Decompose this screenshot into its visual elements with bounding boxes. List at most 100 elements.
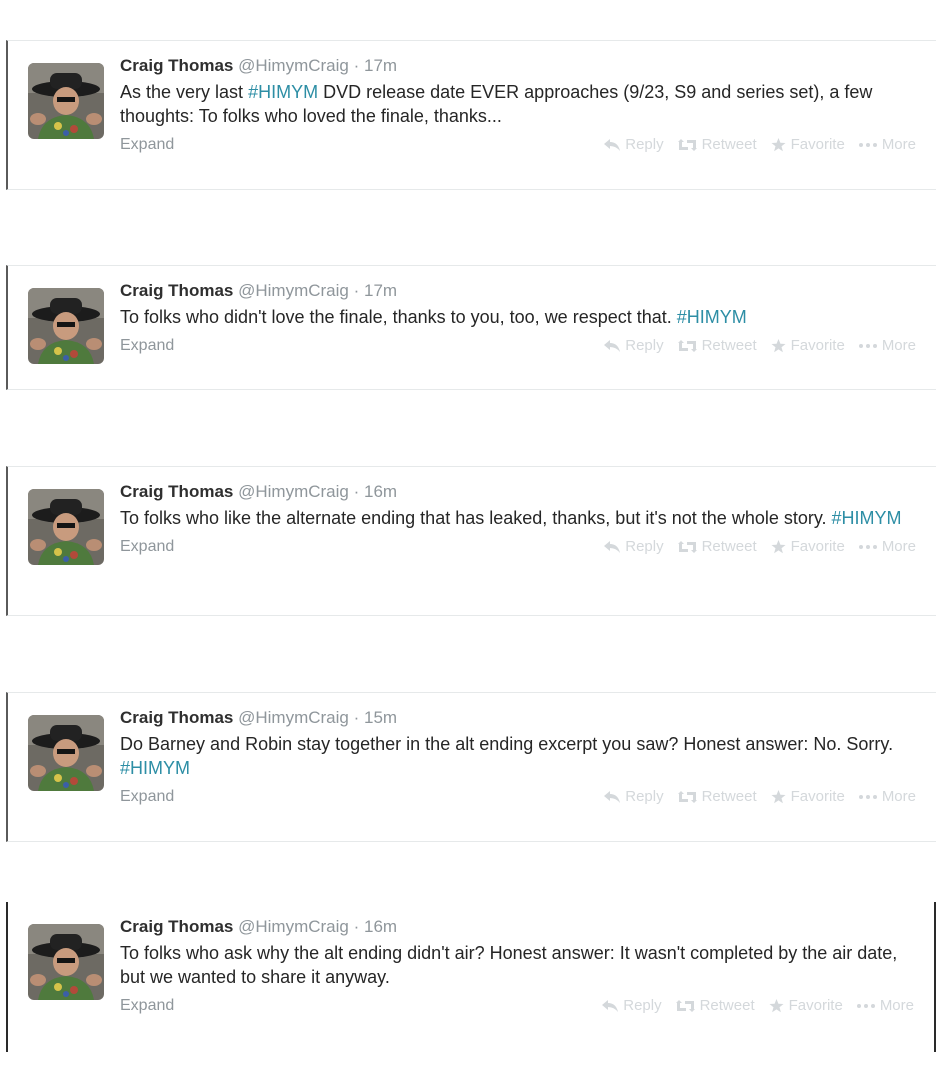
retweet-button[interactable]: Retweet <box>677 136 757 153</box>
favorite-label: Favorite <box>790 788 845 805</box>
expand-link[interactable]: Expand <box>120 337 174 355</box>
expand-link[interactable]: Expand <box>120 136 174 154</box>
author-handle[interactable]: @HimymCraig <box>238 482 349 501</box>
author-name[interactable]: Craig Thomas <box>120 482 233 501</box>
tweet-footer: Expand Reply Retweet Favorite More <box>120 337 916 361</box>
author-handle[interactable]: @HimymCraig <box>238 708 349 727</box>
reply-label: Reply <box>625 136 664 153</box>
tweet-text-segment: To folks who ask why the alt ending didn… <box>120 943 898 987</box>
favorite-button[interactable]: Favorite <box>771 538 845 555</box>
avatar[interactable] <box>28 63 104 139</box>
favorite-label: Favorite <box>788 997 843 1014</box>
avatar[interactable] <box>28 715 104 791</box>
author-name[interactable]: Craig Thomas <box>120 281 233 300</box>
expand-link[interactable]: Expand <box>120 997 174 1015</box>
reply-button[interactable]: Reply <box>602 997 662 1014</box>
tweet-actions: Reply Retweet Favorite More <box>604 136 916 153</box>
tweet-header: Craig Thomas @HimymCraig · 16m <box>120 481 916 503</box>
separator-dot: · <box>353 56 360 75</box>
favorite-label: Favorite <box>790 136 845 153</box>
more-button[interactable]: More <box>858 538 916 555</box>
tweet-actions: Reply Retweet Favorite More <box>604 788 916 805</box>
more-button[interactable]: More <box>856 997 914 1014</box>
tweet-timestamp[interactable]: 16m <box>364 917 397 936</box>
more-label: More <box>881 337 916 354</box>
hashtag-link[interactable]: #HIMYM <box>120 758 190 778</box>
tweet-text: To folks who ask why the alt ending didn… <box>120 941 914 989</box>
tweet-text-segment: To folks who didn't love the finale, tha… <box>120 307 677 327</box>
tweet-timestamp[interactable]: 17m <box>364 281 397 300</box>
favorite-button[interactable]: Favorite <box>769 997 843 1014</box>
more-label: More <box>881 788 916 805</box>
hashtag-link[interactable]: #HIMYM <box>248 82 318 102</box>
retweet-icon <box>677 138 697 151</box>
hashtag-link[interactable]: #HIMYM <box>677 307 747 327</box>
author-handle[interactable]: @HimymCraig <box>238 56 349 75</box>
tweet-text: To folks who didn't love the finale, tha… <box>120 305 916 329</box>
favorite-button[interactable]: Favorite <box>771 337 845 354</box>
tweet-5[interactable]: Craig Thomas @HimymCraig · 16m To folks … <box>6 902 936 1052</box>
retweet-icon <box>677 339 697 352</box>
retweet-button[interactable]: Retweet <box>675 997 755 1014</box>
retweet-label: Retweet <box>701 337 757 354</box>
favorite-icon <box>771 539 786 553</box>
author-handle[interactable]: @HimymCraig <box>238 281 349 300</box>
reply-icon <box>604 790 621 803</box>
retweet-button[interactable]: Retweet <box>677 538 757 555</box>
tweet-footer: Expand Reply Retweet Favorite More <box>120 538 916 562</box>
tweet-text: As the very last #HIMYM DVD release date… <box>120 80 916 128</box>
reply-button[interactable]: Reply <box>604 788 664 805</box>
retweet-label: Retweet <box>699 997 755 1014</box>
tweet-timestamp[interactable]: 16m <box>364 482 397 501</box>
expand-link[interactable]: Expand <box>120 538 174 556</box>
tweet-4[interactable]: Craig Thomas @HimymCraig · 15m Do Barney… <box>6 692 936 842</box>
more-icon <box>858 794 877 799</box>
avatar[interactable] <box>28 288 104 364</box>
reply-icon <box>604 540 621 553</box>
reply-button[interactable]: Reply <box>604 538 664 555</box>
author-handle[interactable]: @HimymCraig <box>238 917 349 936</box>
tweet-timestamp[interactable]: 17m <box>364 56 397 75</box>
avatar[interactable] <box>28 924 104 1000</box>
tweet-text-segment: As the very last <box>120 82 249 102</box>
hashtag-link[interactable]: #HIMYM <box>832 508 902 528</box>
favorite-button[interactable]: Favorite <box>771 788 845 805</box>
favorite-icon <box>769 998 784 1012</box>
tweet-footer: Expand Reply Retweet Favorite More <box>120 136 916 160</box>
retweet-label: Retweet <box>701 788 757 805</box>
reply-button[interactable]: Reply <box>604 337 664 354</box>
tweet-text: Do Barney and Robin stay together in the… <box>120 732 916 780</box>
tweet-timestamp[interactable]: 15m <box>364 708 397 727</box>
more-label: More <box>881 538 916 555</box>
retweet-button[interactable]: Retweet <box>677 788 757 805</box>
retweet-label: Retweet <box>701 136 757 153</box>
separator-dot: · <box>353 281 360 300</box>
author-name[interactable]: Craig Thomas <box>120 708 233 727</box>
reply-label: Reply <box>625 337 664 354</box>
reply-button[interactable]: Reply <box>604 136 664 153</box>
author-name[interactable]: Craig Thomas <box>120 917 233 936</box>
tweet-actions: Reply Retweet Favorite More <box>604 538 916 555</box>
separator-dot: · <box>353 917 360 936</box>
expand-link[interactable]: Expand <box>120 788 174 806</box>
reply-label: Reply <box>625 538 664 555</box>
favorite-button[interactable]: Favorite <box>771 136 845 153</box>
favorite-label: Favorite <box>790 337 845 354</box>
retweet-icon <box>677 540 697 553</box>
retweet-icon <box>677 790 697 803</box>
avatar[interactable] <box>28 489 104 565</box>
more-button[interactable]: More <box>858 136 916 153</box>
author-name[interactable]: Craig Thomas <box>120 56 233 75</box>
tweet-text-segment: To folks who like the alternate ending t… <box>120 508 832 528</box>
more-button[interactable]: More <box>858 788 916 805</box>
separator-dot: · <box>353 708 360 727</box>
retweet-button[interactable]: Retweet <box>677 337 757 354</box>
tweet-2[interactable]: Craig Thomas @HimymCraig · 17m To folks … <box>6 265 936 390</box>
more-icon <box>858 544 877 549</box>
favorite-icon <box>771 338 786 352</box>
more-button[interactable]: More <box>858 337 916 354</box>
tweet-3[interactable]: Craig Thomas @HimymCraig · 16m To folks … <box>6 466 936 616</box>
tweet-1[interactable]: Craig Thomas @HimymCraig · 17m As the ve… <box>6 40 936 190</box>
tweet-header: Craig Thomas @HimymCraig · 16m <box>120 916 914 938</box>
favorite-label: Favorite <box>790 538 845 555</box>
